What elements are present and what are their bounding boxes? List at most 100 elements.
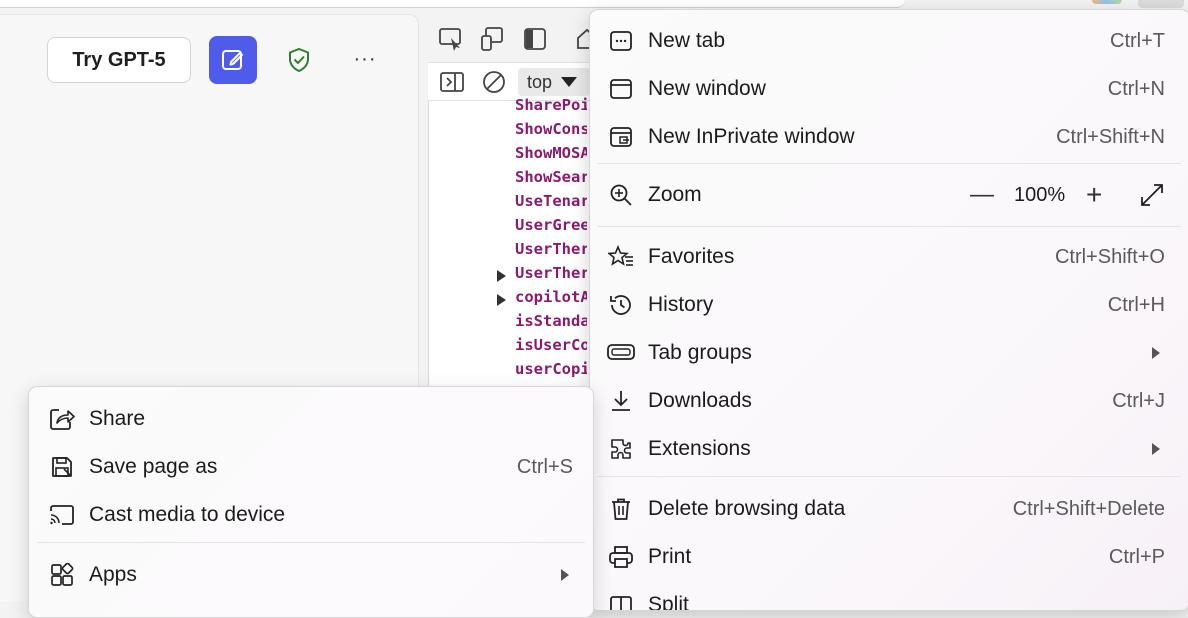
console-property[interactable]: isStanda	[515, 312, 587, 330]
try-gpt5-button[interactable]: Try GPT-5	[47, 37, 191, 83]
submenu-label: Apps	[89, 563, 137, 586]
menu-item-downloads[interactable]: Downloads Ctrl+J	[590, 378, 1188, 424]
menu-item-print[interactable]: Print Ctrl+P	[590, 534, 1188, 580]
more-options-icon[interactable]: ···	[352, 46, 378, 72]
menu-shortcut: Ctrl+Shift+O	[1054, 245, 1165, 268]
menu-item-zoom: Zoom — 100% +	[590, 172, 1188, 218]
browser-main-menu: New tab Ctrl+T New window Ctrl+N New InP…	[589, 9, 1188, 611]
profile-avatar-edge[interactable]	[1092, 0, 1122, 4]
menu-item-favorites[interactable]: Favorites Ctrl+Shift+O	[590, 234, 1188, 280]
menu-label: Downloads	[648, 389, 752, 412]
fullscreen-icon[interactable]	[1140, 183, 1164, 207]
menu-shortcut: Ctrl+P	[1108, 545, 1165, 568]
submenu-shortcut: Ctrl+S	[516, 455, 573, 478]
chevron-right-icon	[561, 569, 569, 581]
print-icon	[607, 543, 635, 571]
menu-divider	[598, 163, 1181, 164]
menu-label: New tab	[648, 29, 726, 52]
inprivate-icon	[607, 123, 635, 151]
chevron-down-icon	[561, 77, 578, 87]
chevron-right-icon	[1152, 443, 1160, 455]
address-bar-edge	[0, 0, 905, 8]
expand-triangle-icon[interactable]	[497, 294, 506, 306]
expand-triangle-icon[interactable]	[497, 270, 506, 282]
chevron-right-icon	[1152, 347, 1160, 359]
history-icon	[607, 291, 635, 319]
menu-shortcut: Ctrl+Shift+N	[1056, 125, 1165, 148]
menu-shortcut: Ctrl+T	[1110, 29, 1165, 52]
cast-icon	[49, 502, 75, 528]
zoom-icon	[607, 181, 635, 209]
menu-shortcut: Ctrl+H	[1107, 293, 1165, 316]
menu-label: History	[648, 293, 714, 316]
split-icon	[607, 591, 635, 610]
zoom-in-button[interactable]: +	[1086, 179, 1102, 211]
menu-item-tab-groups[interactable]: Tab groups	[590, 330, 1188, 376]
new-chat-button[interactable]	[209, 36, 257, 84]
menu-item-split[interactable]: Split	[590, 582, 1188, 611]
apps-icon	[49, 562, 75, 588]
submenu-item-apps[interactable]: Apps	[29, 552, 593, 598]
trash-icon	[607, 495, 635, 523]
window-icon	[607, 75, 635, 103]
menu-item-history[interactable]: History Ctrl+H	[590, 282, 1188, 328]
menu-label: Print	[648, 545, 692, 568]
console-property[interactable]: ShowCons	[515, 120, 587, 138]
download-icon	[607, 387, 635, 415]
submenu-item-share[interactable]: Share	[29, 396, 593, 442]
console-property[interactable]: ShowSear	[515, 168, 587, 186]
submenu-label: Share	[89, 407, 146, 430]
save-icon	[49, 454, 75, 480]
console-property[interactable]: UseTenar	[515, 192, 587, 210]
menu-label: Split	[648, 593, 689, 611]
devtools-toolbar	[428, 14, 598, 63]
menu-item-new-inprivate-window[interactable]: New InPrivate window Ctrl+Shift+N	[590, 114, 1188, 160]
inspect-element-icon[interactable]	[438, 26, 464, 52]
menu-label: New InPrivate window	[648, 125, 855, 148]
submenu-label: Cast media to device	[89, 503, 286, 526]
console-property[interactable]: UserTher	[515, 264, 587, 282]
console-property[interactable]: copilotA	[515, 288, 587, 306]
submenu-label: Save page as	[89, 455, 218, 478]
menu-shortcut: Ctrl+N	[1107, 77, 1165, 100]
menu-label: Tab groups	[648, 341, 752, 364]
submenu-item-cast[interactable]: Cast media to device	[29, 492, 593, 538]
menu-item-extensions[interactable]: Extensions	[590, 426, 1188, 472]
share-icon	[49, 406, 75, 432]
menu-shortcut: Ctrl+J	[1112, 389, 1165, 412]
submenu-divider	[37, 542, 585, 543]
new-tab-icon	[607, 27, 635, 55]
context-selector[interactable]: top	[518, 68, 590, 96]
shield-check-icon[interactable]	[286, 47, 312, 73]
zoom-out-button[interactable]: —	[970, 181, 994, 209]
extensions-icon	[607, 435, 635, 463]
more-tools-submenu: Share Save page as Ctrl+S Cast media to …	[28, 386, 594, 618]
console-property[interactable]: UserTher	[515, 240, 587, 258]
sidebar-toggle-icon[interactable]	[439, 69, 465, 95]
submenu-item-save-page[interactable]: Save page as Ctrl+S	[29, 444, 593, 490]
menu-shortcut: Ctrl+Shift+Delete	[1012, 497, 1165, 520]
menu-item-new-window[interactable]: New window Ctrl+N	[590, 66, 1188, 112]
menu-item-delete-browsing-data[interactable]: Delete browsing data Ctrl+Shift+Delete	[590, 486, 1188, 532]
zoom-level: 100%	[1014, 183, 1066, 206]
console-property[interactable]: SharePoi	[515, 96, 587, 114]
console-property[interactable]: ShowMOSA	[515, 144, 587, 162]
menu-label: Favorites	[648, 245, 735, 268]
menu-divider	[598, 476, 1181, 477]
menu-divider	[598, 226, 1181, 227]
menu-label: New window	[648, 77, 766, 100]
compose-icon	[222, 50, 243, 70]
dock-side-icon[interactable]	[522, 26, 548, 52]
clear-console-icon[interactable]	[481, 69, 507, 95]
favorites-icon	[607, 243, 635, 271]
console-property[interactable]: isUserCo	[515, 336, 587, 354]
context-selector-value: top	[527, 71, 553, 92]
menu-label: Zoom	[648, 183, 702, 206]
console-property[interactable]: userCopi	[515, 360, 587, 378]
menu-item-new-tab[interactable]: New tab Ctrl+T	[590, 18, 1188, 64]
device-emulation-icon[interactable]	[480, 26, 506, 52]
menu-label: Extensions	[648, 437, 751, 460]
console-property[interactable]: UserGree	[515, 216, 587, 234]
settings-and-more-button[interactable]	[1138, 0, 1184, 8]
tab-groups-icon	[607, 339, 635, 367]
